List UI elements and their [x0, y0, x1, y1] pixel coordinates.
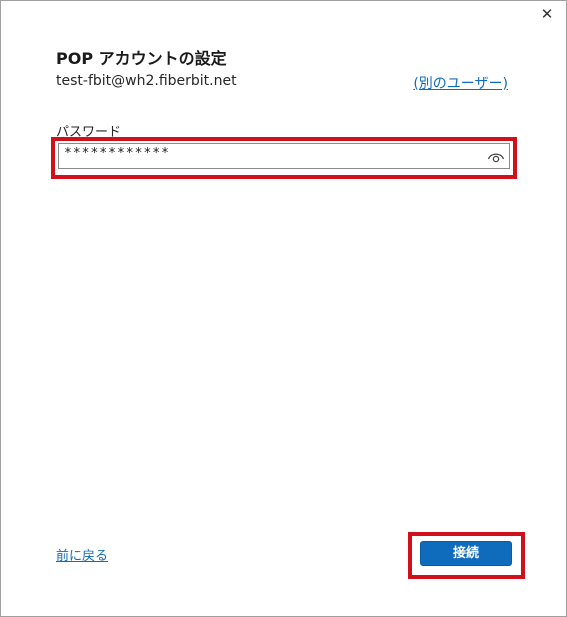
password-value: ************: [64, 146, 170, 161]
dialog-title: POP アカウントの設定: [56, 49, 227, 68]
eye-icon[interactable]: [487, 149, 505, 163]
password-label: パスワード: [56, 125, 122, 140]
back-link[interactable]: 前に戻る: [56, 545, 108, 564]
other-user-link[interactable]: (別のユーザー): [413, 73, 508, 93]
pop-account-settings-dialog: ✕ POP アカウントの設定 test-fbit@wh2.fiberbit.ne…: [0, 0, 567, 617]
account-email: test-fbit@wh2.fiberbit.net: [56, 73, 237, 89]
password-field[interactable]: ************: [58, 143, 510, 169]
close-icon[interactable]: ✕: [536, 4, 558, 24]
connect-button[interactable]: 接続: [420, 541, 512, 566]
